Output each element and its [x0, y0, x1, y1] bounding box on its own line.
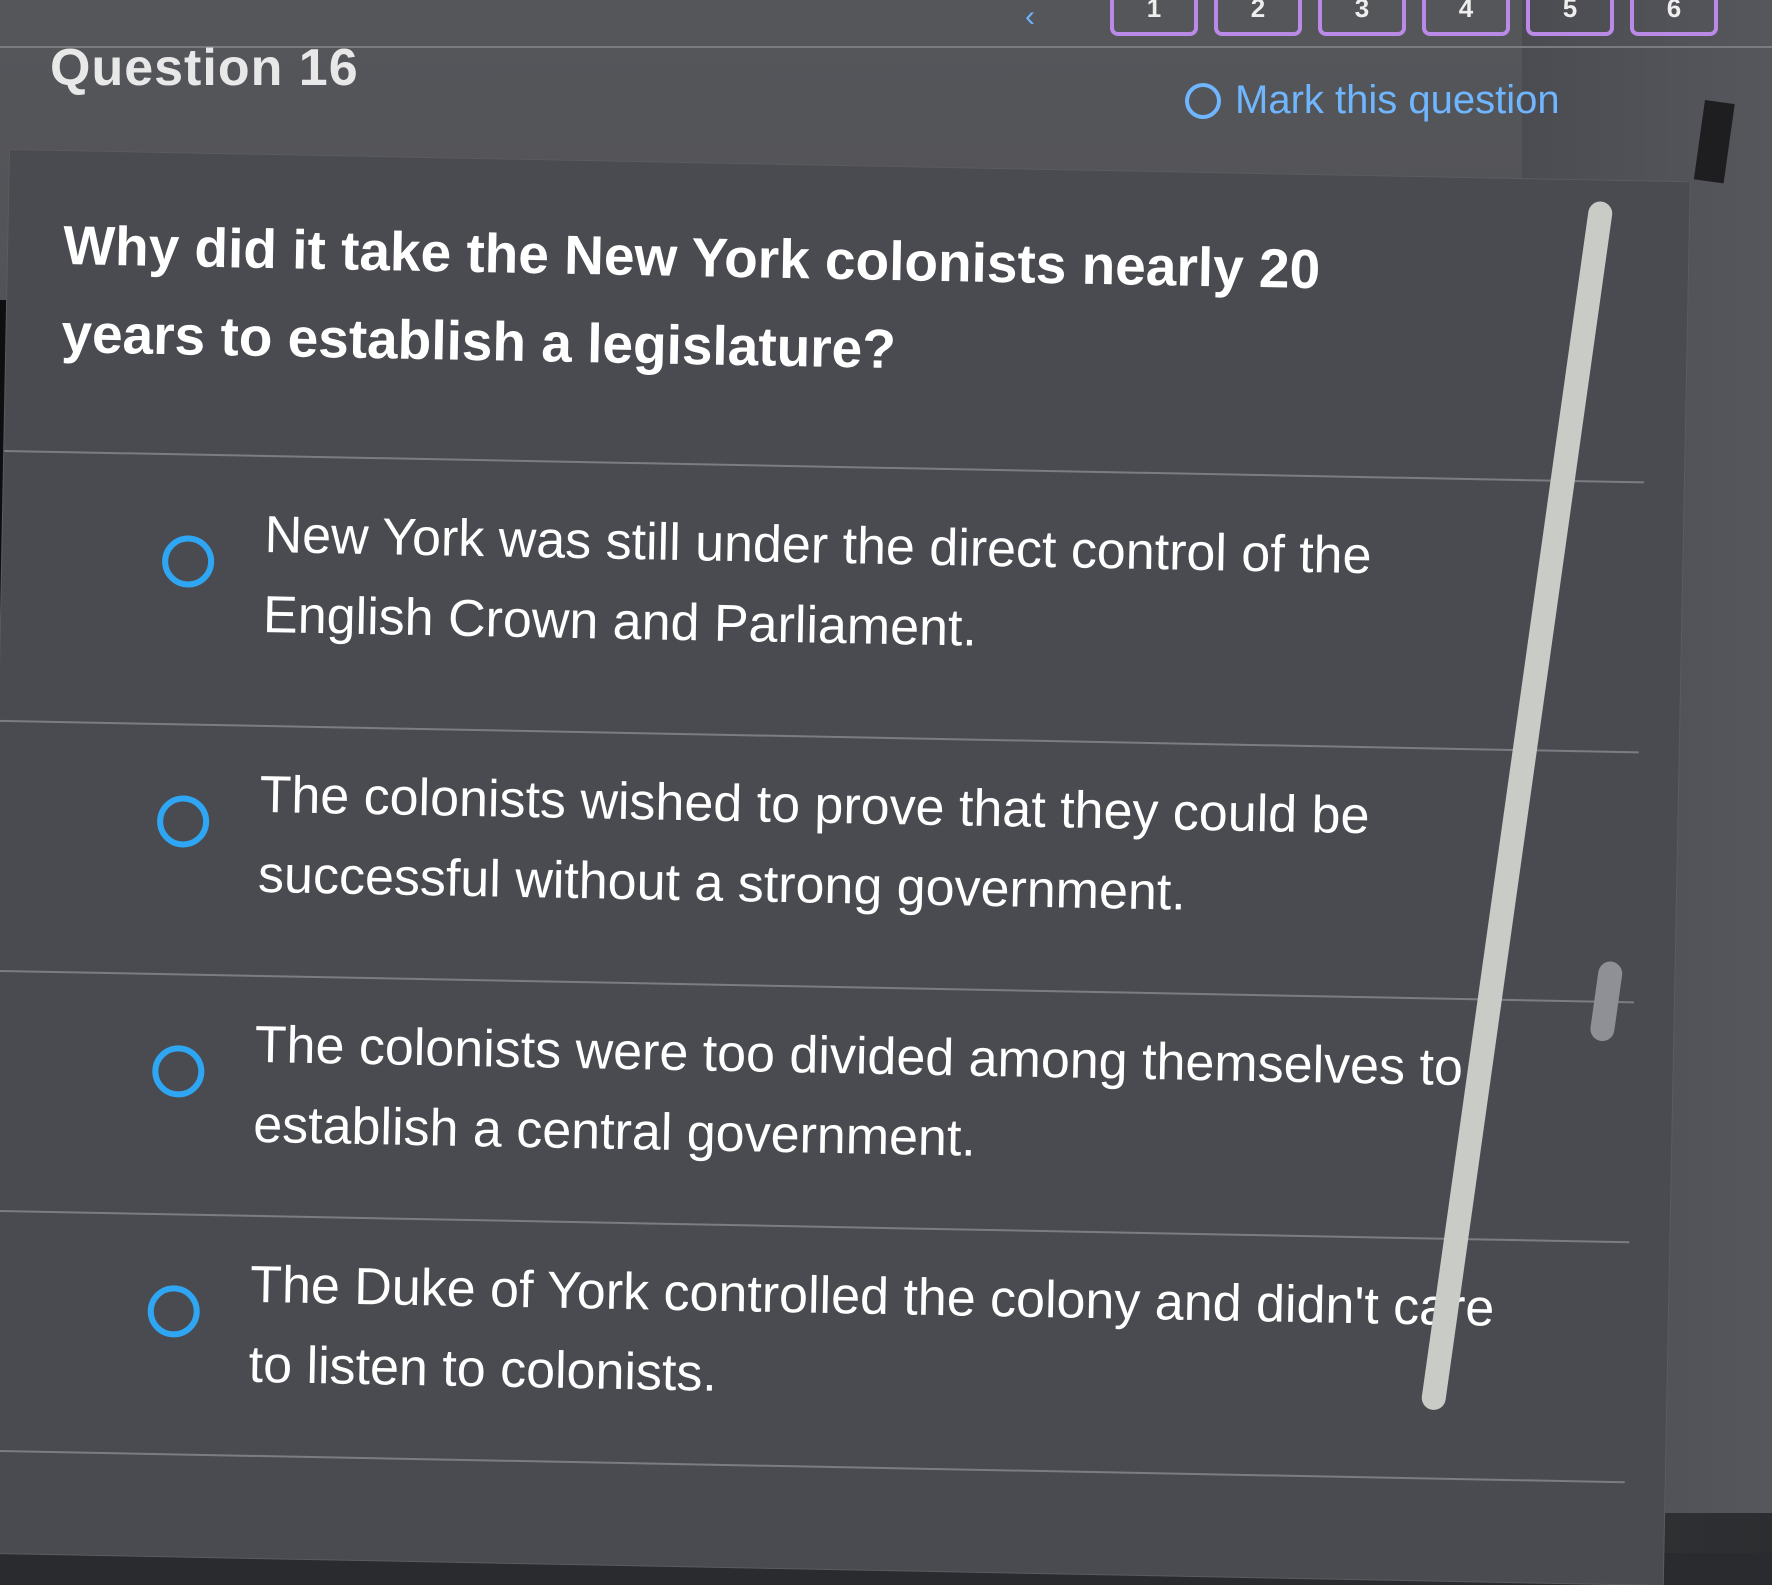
answer-choice-text: The colonists were too divided among the… — [252, 1015, 1464, 1168]
nav-question-1[interactable]: 1 — [1110, 0, 1198, 36]
previous-arrow-icon[interactable]: ‹ — [1025, 0, 1065, 33]
question-number: Question 16 — [50, 39, 359, 97]
mark-question-button[interactable]: Mark this question — [1185, 78, 1560, 123]
answer-choice-c[interactable]: The colonists were too divided among the… — [151, 1003, 1524, 1189]
radio-button[interactable] — [147, 1284, 201, 1338]
divider — [0, 969, 1634, 1004]
mark-question-label: Mark this question — [1235, 78, 1560, 122]
radio-button[interactable] — [161, 535, 215, 588]
divider — [0, 719, 1639, 754]
divider — [0, 1209, 1630, 1244]
question-prompt: Why did it take the New York colonists n… — [60, 214, 1321, 381]
divider — [4, 449, 1644, 484]
answer-choice-b[interactable]: The colonists wished to prove that they … — [155, 753, 1528, 939]
nav-question-4[interactable]: 4 — [1422, 0, 1510, 36]
nav-question-3[interactable]: 3 — [1318, 0, 1406, 36]
bookmark-circle-icon — [1185, 82, 1221, 119]
answer-choice-text: The Duke of York controlled the colony a… — [248, 1255, 1495, 1403]
nav-question-5[interactable]: 5 — [1526, 0, 1614, 36]
answer-choice-a[interactable]: New York was still under the direct cont… — [160, 493, 1533, 679]
answer-choice-text: The colonists wished to prove that they … — [257, 765, 1371, 922]
radio-button[interactable] — [156, 794, 210, 848]
divider — [0, 1449, 1625, 1484]
answer-choice-d[interactable]: The Duke of York controlled the colony a… — [146, 1243, 1519, 1429]
question-navigator: 1 2 3 4 5 6 — [1110, 0, 1718, 36]
answer-choice-text: New York was still under the direct cont… — [262, 505, 1373, 658]
nav-question-2[interactable]: 2 — [1214, 0, 1302, 36]
nav-question-6[interactable]: 6 — [1630, 0, 1718, 36]
radio-button[interactable] — [151, 1044, 205, 1098]
